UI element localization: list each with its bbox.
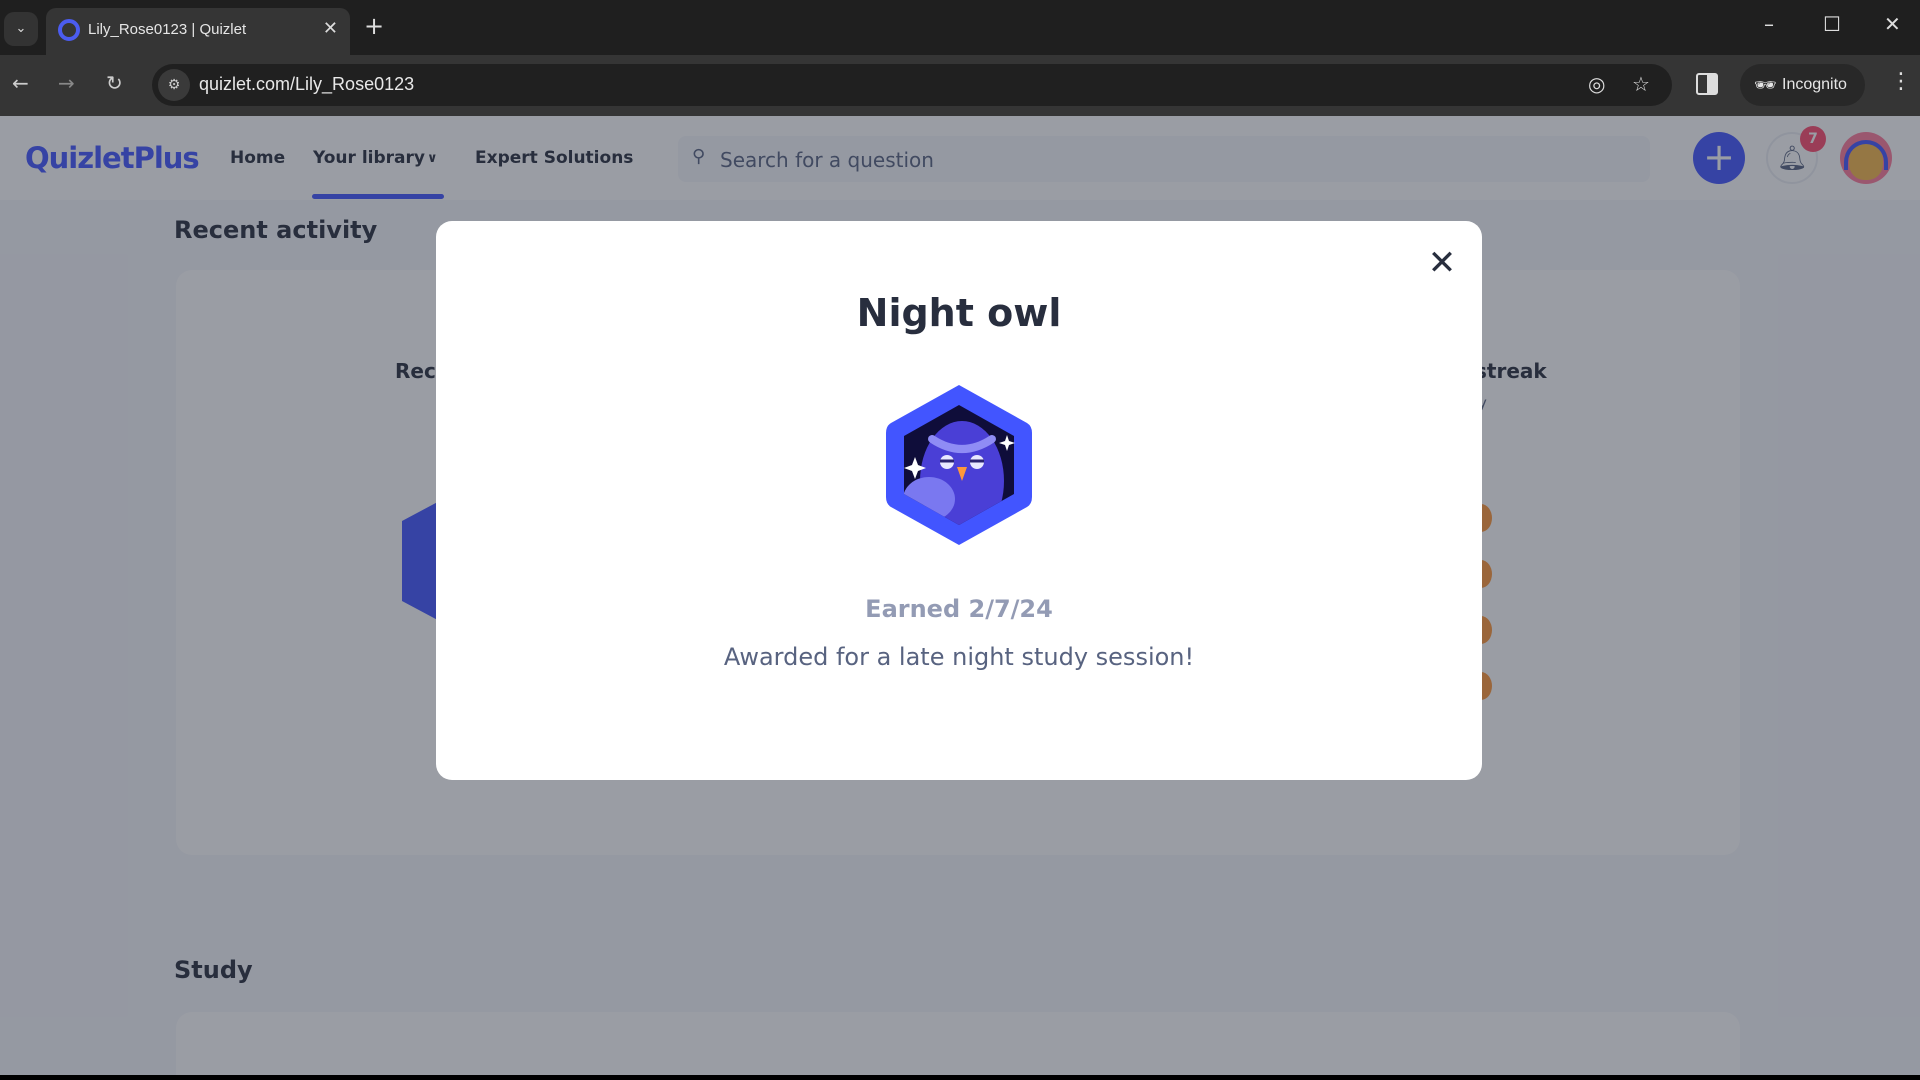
site-settings-icon[interactable]: ⚙ [158,69,190,101]
badge-description: Awarded for a late night study session! [723,643,1195,671]
back-icon[interactable]: ← [12,71,29,95]
bottom-border [0,1075,1920,1080]
tab-search-button[interactable]: ⌄ [4,12,38,46]
modal-title: Night owl [856,291,1062,335]
quizlet-favicon-icon [58,19,80,41]
star-icon[interactable]: ☆ [1632,72,1650,96]
address-toolbar: ← → ↻ ⚙ quizlet.com/Lily_Rose0123 ◎ ☆ 🕶 I… [0,55,1920,116]
forward-icon[interactable]: → [58,71,75,95]
reload-icon[interactable]: ↻ [106,71,123,95]
side-panel-icon[interactable] [1696,73,1718,95]
close-window-icon[interactable]: ✕ [1884,12,1901,36]
incognito-label: Incognito [1782,76,1847,93]
achievement-modal: ✕ Night owl Earned 2/7/24 Awarded for a … [436,221,1482,780]
browser-tab[interactable]: Lily_Rose0123 | Quizlet ✕ [46,8,350,55]
night-owl-badge-icon [886,385,1032,545]
minimize-icon[interactable]: – [1764,12,1774,36]
new-tab-button[interactable]: + [364,12,384,40]
browser-tab-bar: ⌄ Lily_Rose0123 | Quizlet ✕ + – ☐ ✕ [0,0,1920,55]
kebab-menu-icon[interactable]: ⋮ [1890,69,1912,94]
url-text[interactable]: quizlet.com/Lily_Rose0123 [199,74,414,95]
eye-off-icon[interactable]: ◎ [1588,72,1605,96]
maximize-icon[interactable]: ☐ [1823,12,1841,36]
page: QuizletPlus Home Your library ∨ Expert S… [0,116,1920,1075]
earned-date: Earned 2/7/24 [865,595,1053,623]
incognito-indicator[interactable]: 🕶 Incognito [1740,64,1865,106]
incognito-icon: 🕶 [1754,75,1777,95]
address-bar[interactable]: ⚙ quizlet.com/Lily_Rose0123 ◎ ☆ [152,64,1672,106]
close-icon[interactable]: ✕ [1422,243,1462,283]
tab-title: Lily_Rose0123 | Quizlet [88,21,247,38]
close-tab-icon[interactable]: ✕ [323,18,338,39]
